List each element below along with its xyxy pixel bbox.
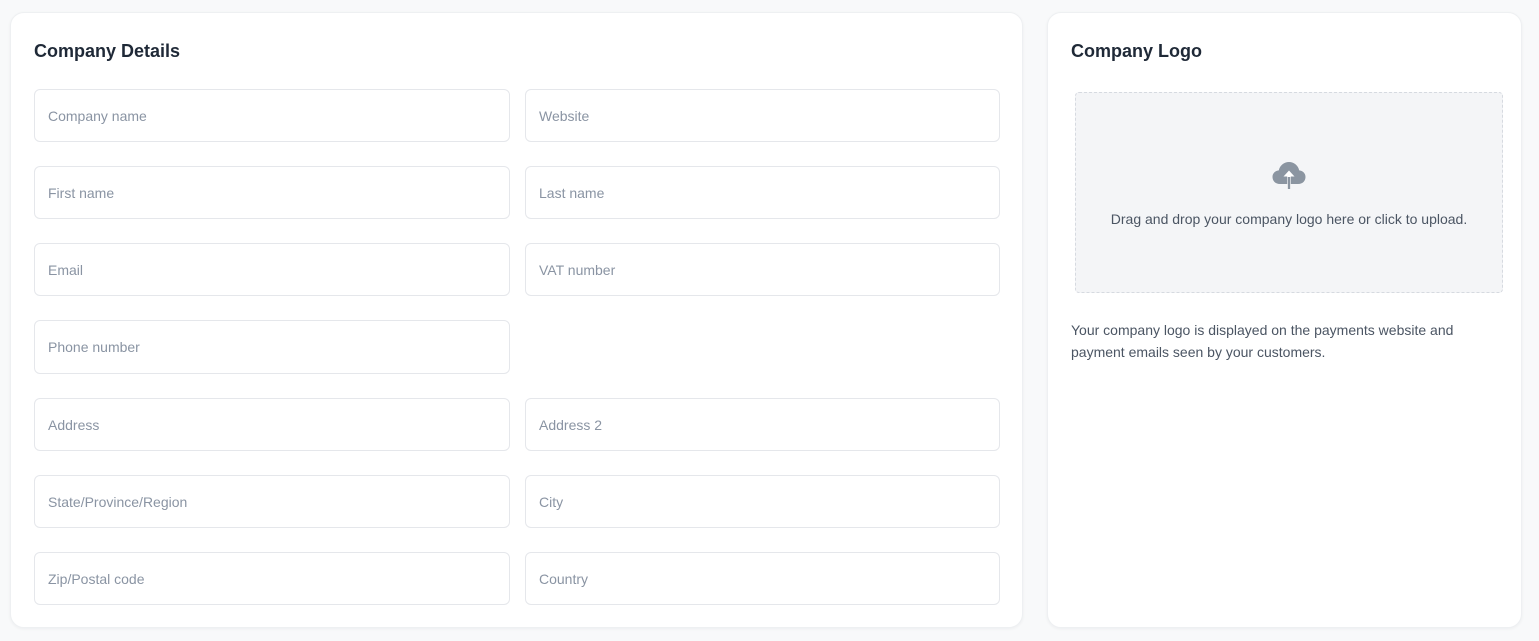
address-field [34,398,510,451]
zip-input[interactable] [35,553,509,604]
dropzone-instructions: Drag and drop your company logo here or … [1110,211,1468,227]
address-input[interactable] [35,399,509,450]
state-field [34,475,510,528]
last-name-input[interactable] [526,167,999,218]
first-name-field [34,166,510,219]
logo-upload-dropzone[interactable]: Drag and drop your company logo here or … [1075,92,1503,293]
zip-field [34,552,510,605]
company-logo-title: Company Logo [1071,41,1202,61]
website-input[interactable] [526,90,999,141]
phone-number-field [34,320,510,374]
cloud-upload-icon [1272,162,1306,189]
last-name-field [525,166,1000,219]
company-name-input[interactable] [35,90,509,141]
vat-number-input[interactable] [526,244,999,295]
city-input[interactable] [526,476,999,527]
city-field [525,475,1000,528]
address2-field [525,398,1000,451]
website-field [525,89,1000,142]
vat-number-field [525,243,1000,296]
first-name-input[interactable] [35,167,509,218]
country-field [525,552,1000,605]
company-name-field [34,89,510,142]
email-field [34,243,510,296]
company-logo-card: Company Logo Drag and drop your company … [1047,12,1522,628]
company-details-card: Company Details [10,12,1023,628]
logo-help-text: Your company logo is displayed on the pa… [1071,322,1454,360]
country-input[interactable] [526,553,999,604]
address2-input[interactable] [526,399,999,450]
email-input[interactable] [35,244,509,295]
state-input[interactable] [35,476,509,527]
company-details-title: Company Details [34,41,181,61]
phone-number-input[interactable] [35,321,509,373]
